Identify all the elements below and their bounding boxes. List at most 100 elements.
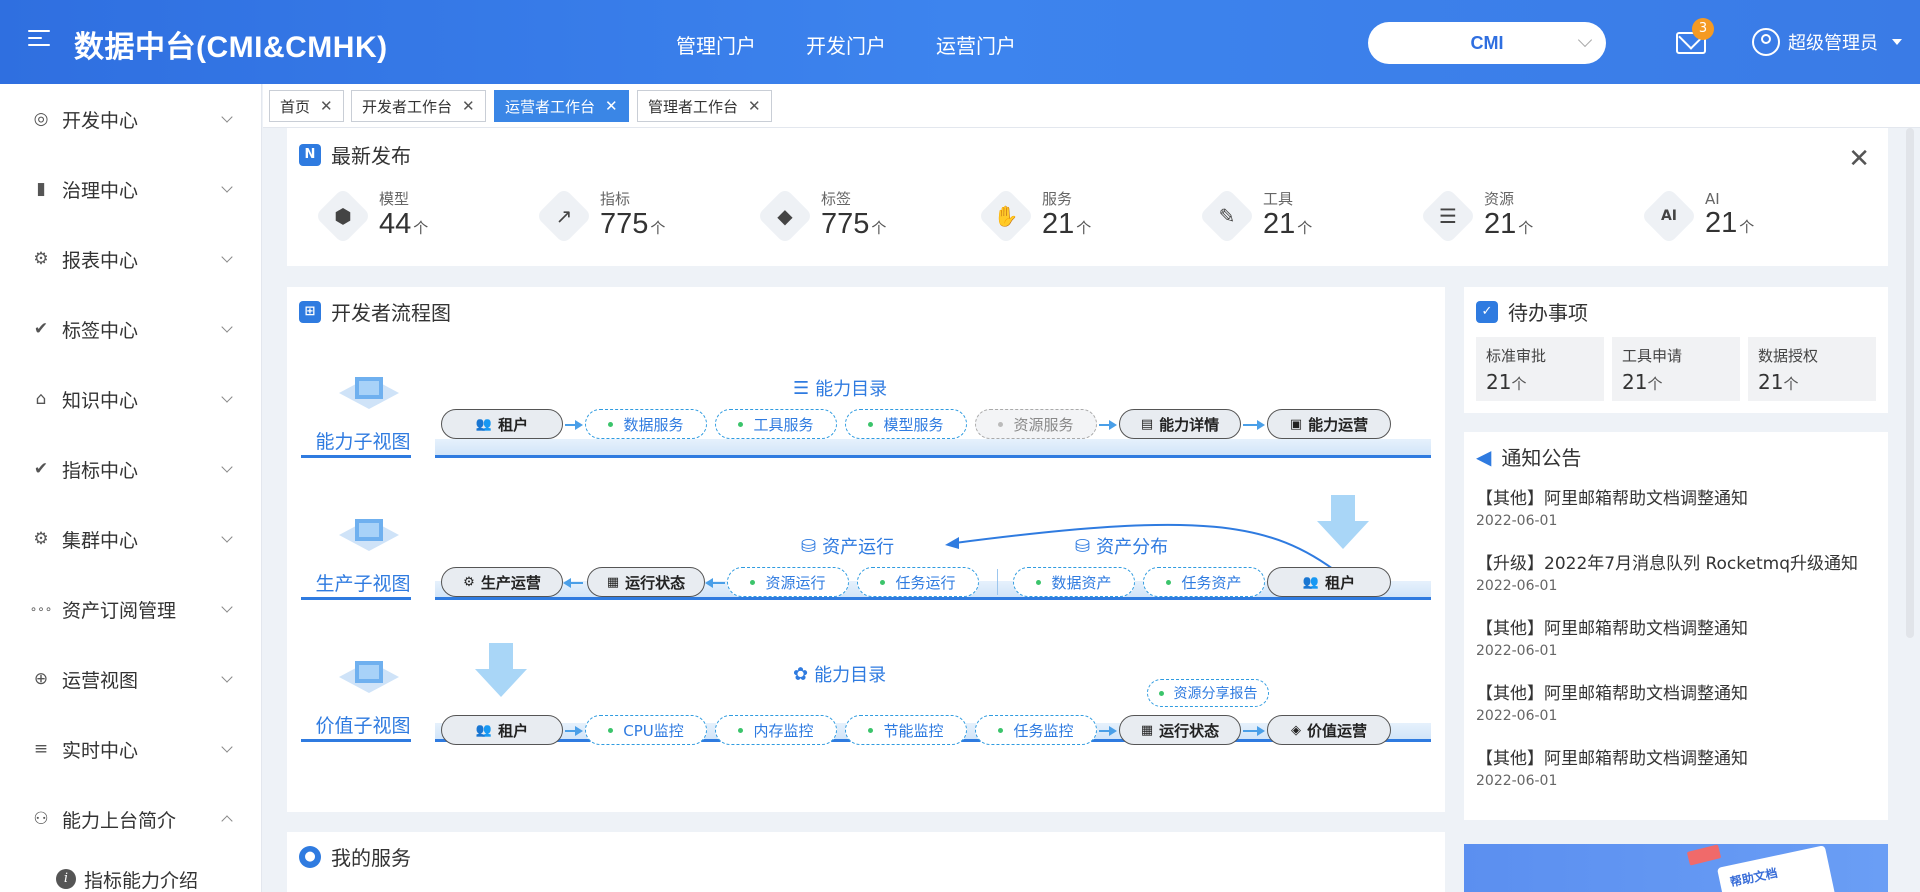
tag-icon: ◆ <box>759 190 811 242</box>
notice-item[interactable]: 【其他】阿里邮箱帮助文档调整通知 2022-06-01 <box>1476 744 1748 789</box>
flow-arrow <box>565 726 583 736</box>
task-run-node[interactable]: 任务运行 <box>857 567 979 597</box>
flow-row-value: 价值子视图 ✿ 能力目录 资源分享报告 👥 租户 CPU监控 内存监控 节能监控 任… <box>301 643 1431 771</box>
user-menu[interactable]: 超级管理员 <box>1752 28 1902 56</box>
nav-admin-portal[interactable]: 管理门户 <box>676 30 756 59</box>
handshake-icon: ✋ <box>980 190 1032 242</box>
flow-arrow <box>565 420 583 430</box>
notice-item[interactable]: 【其他】阿里邮箱帮助文档调整通知 2022-06-01 <box>1476 614 1748 659</box>
notice-item[interactable]: 【升级】2022年7月消息队列 Rocketmq升级通知 2022-06-01 <box>1476 549 1858 594</box>
stat-tag[interactable]: ◆ 标签 775 个 <box>759 188 980 244</box>
stat-tool[interactable]: ✎ 工具 21 个 <box>1201 188 1422 244</box>
sidebar-item-tag[interactable]: ✔ 标签中心 <box>0 294 261 364</box>
notice-item[interactable]: 【其他】阿里邮箱帮助文档调整通知 2022-06-01 <box>1476 679 1748 724</box>
close-icon[interactable]: ✕ <box>320 97 333 115</box>
row-underline <box>301 739 411 742</box>
org-select[interactable]: CMI <box>1368 22 1606 64</box>
tab-developer-workbench[interactable]: 开发者工作台 ✕ <box>351 90 486 122</box>
capability-ops-node[interactable]: ▣ 能力运营 <box>1267 409 1391 439</box>
divider <box>997 569 998 595</box>
stat-unit: 个 <box>650 220 666 237</box>
notices-header: ◀ 通知公告 <box>1476 442 1581 471</box>
scrollbar[interactable] <box>1906 128 1914 638</box>
model-service-node[interactable]: 模型服务 <box>845 409 967 439</box>
stat-value: 21 <box>1705 206 1738 239</box>
sidebar-item-label: 运营视图 <box>62 669 139 692</box>
latest-release-header: N 最新发布 <box>299 140 411 169</box>
nav-dev-portal[interactable]: 开发门户 <box>806 30 886 59</box>
document-icon: ▤ <box>1140 416 1154 432</box>
tool-service-node[interactable]: 工具服务 <box>715 409 837 439</box>
sidebar-item-cluster[interactable]: ⚙ 集群中心 <box>0 504 261 574</box>
run-status-node[interactable]: ▦ 运行状态 <box>587 567 705 597</box>
cpu-monitor-node[interactable]: CPU监控 <box>585 715 707 745</box>
flow-arrow <box>705 578 725 588</box>
org-select-value: CMI <box>1470 32 1504 53</box>
user-icon: ● <box>299 845 321 868</box>
chevron-down-icon <box>221 531 233 543</box>
stat-service[interactable]: ✋ 服务 21 个 <box>980 188 1201 244</box>
sidebar-item-realtime[interactable]: ≡ 实时中心 <box>0 714 261 784</box>
memory-monitor-node[interactable]: 内存监控 <box>715 715 837 745</box>
close-icon[interactable]: ✕ <box>748 97 761 115</box>
stat-indicator[interactable]: ↗ 指标 775 个 <box>538 188 759 244</box>
mail-count-badge: 3 <box>1692 18 1714 40</box>
sidebar-item-report[interactable]: ⚙ 报表中心 <box>0 224 261 294</box>
close-icon[interactable]: ✕ <box>605 97 618 115</box>
resource-service-node[interactable]: 资源服务 <box>975 409 1097 439</box>
task-monitor-node[interactable]: 任务监控 <box>975 715 1097 745</box>
value-ops-node[interactable]: ◈ 价值运营 <box>1267 715 1391 745</box>
todo-item-data-authorization[interactable]: 数据授权 21个 <box>1748 337 1876 401</box>
help-docs-banner[interactable]: 帮助文档 <box>1464 844 1888 892</box>
resource-report-node[interactable]: 资源分享报告 <box>1147 679 1269 707</box>
bar-chart-icon: ▮ <box>36 179 46 199</box>
latest-release-title: 最新发布 <box>331 144 411 168</box>
sidebar-item-indicator[interactable]: ✔ 指标中心 <box>0 434 261 504</box>
tab-operator-workbench[interactable]: 运营者工作台 ✕ <box>494 90 629 122</box>
notice-item[interactable]: 【其他】阿里邮箱帮助文档调整通知 2022-06-01 <box>1476 484 1748 529</box>
tab-home[interactable]: 首页 ✕ <box>269 90 344 122</box>
sidebar-item-dev-center[interactable]: ◎ 开发中心 <box>0 84 261 154</box>
close-icon[interactable]: ✕ <box>462 97 475 115</box>
latest-release-card: N 最新发布 ✕ ⬢ 模型 44 个 ↗ 指标 775 个 ◆ 标签 775 个 ✋ 服务 21 个 ✎… <box>287 128 1888 266</box>
sidebar-item-knowledge[interactable]: ⌂ 知识中心 <box>0 364 261 434</box>
close-icon[interactable]: ✕ <box>1848 144 1870 174</box>
flow-arrow <box>563 578 583 588</box>
chevron-up-icon <box>221 815 233 827</box>
flow-arrow <box>1099 726 1117 736</box>
task-asset-node[interactable]: 任务资产 <box>1143 567 1265 597</box>
tenant-node[interactable]: 👥 租户 <box>441 409 563 439</box>
todo-item-standard-approval[interactable]: 标准审批 21个 <box>1476 337 1604 401</box>
layers-icon: ☰ <box>1422 190 1474 242</box>
flow-arrow <box>1099 420 1117 430</box>
sidebar-subitem-indicator-intro[interactable]: i 指标能力介绍 <box>0 854 261 892</box>
chevron-down-icon <box>221 671 233 683</box>
run-status-node[interactable]: ▦ 运行状态 <box>1119 715 1241 745</box>
tab-manager-workbench[interactable]: 管理者工作台 ✕ <box>637 90 772 122</box>
stat-model[interactable]: ⬢ 模型 44 个 <box>317 188 538 244</box>
tenant-node[interactable]: 👥 租户 <box>441 715 563 745</box>
sidebar-item-governance[interactable]: ▮ 治理中心 <box>0 154 261 224</box>
sidebar-item-asset-subscription[interactable]: ∘∘∘ 资产订阅管理 <box>0 574 261 644</box>
chevron-down-icon <box>221 321 233 333</box>
developer-flow-card: ⊞ 开发者流程图 能力子视图 ☰ 能力目录 👥 租户 数据服务 工具服务 模型服务 … <box>287 287 1445 812</box>
stat-ai[interactable]: AI AI 21 个 <box>1643 188 1864 244</box>
stat-resource[interactable]: ☰ 资源 21 个 <box>1422 188 1643 244</box>
sidebar-item-capability-intro[interactable]: ⚇ 能力上台简介 <box>0 784 261 854</box>
sidebar-item-ops-view[interactable]: ⊕ 运营视图 <box>0 644 261 714</box>
todo-item-tool-application[interactable]: 工具申请 21个 <box>1612 337 1740 401</box>
cluster-icon: ✿ <box>793 663 809 685</box>
stat-label: 资源 <box>1484 190 1515 208</box>
nav-ops-portal[interactable]: 运营门户 <box>936 30 1016 59</box>
resource-run-node[interactable]: 资源运行 <box>727 567 849 597</box>
tab-label: 开发者工作台 <box>362 97 453 116</box>
capability-detail-node[interactable]: ▤ 能力详情 <box>1119 409 1241 439</box>
menu-toggle-icon[interactable] <box>28 30 50 52</box>
data-service-node[interactable]: 数据服务 <box>585 409 707 439</box>
stats-row: ⬢ 模型 44 个 ↗ 指标 775 个 ◆ 标签 775 个 ✋ 服务 21 个 ✎ 工具 21 个 ☰ 资源… <box>317 188 1864 244</box>
prod-ops-node[interactable]: ⚙ 生产运营 <box>441 567 563 597</box>
tenant-node[interactable]: 👥 租户 <box>1267 567 1391 597</box>
energy-monitor-node[interactable]: 节能监控 <box>845 715 967 745</box>
data-asset-node[interactable]: 数据资产 <box>1013 567 1135 597</box>
stat-value: 775 <box>821 208 870 240</box>
